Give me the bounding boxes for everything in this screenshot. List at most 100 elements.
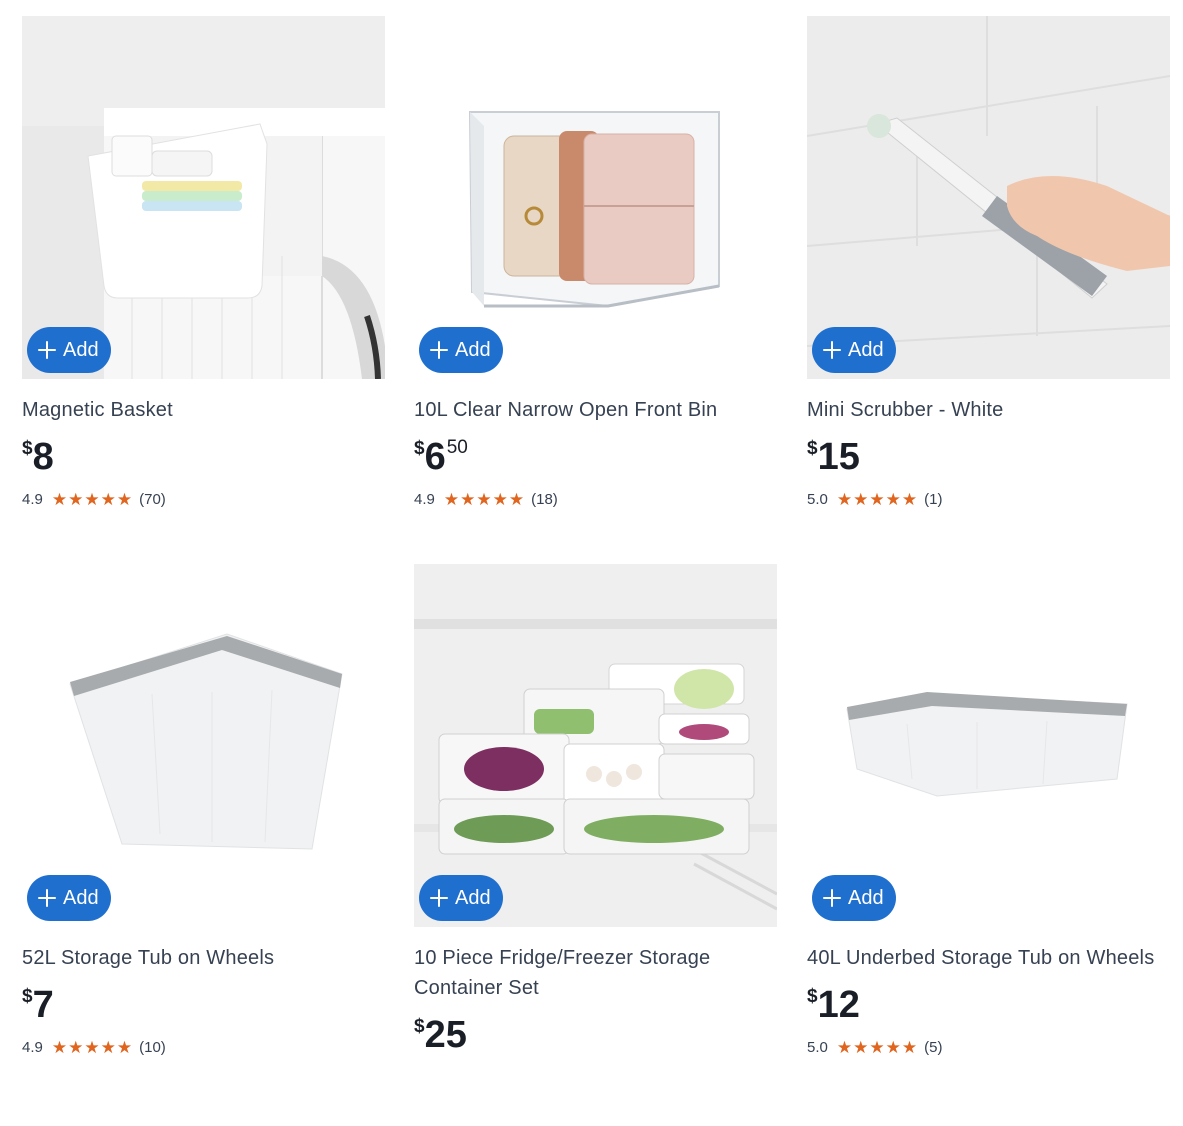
product-price: $ 15 [807, 435, 1170, 479]
product-card[interactable]: Add Mini Scrubber - White $ 15 5.0 ★ ★ ★ ★ ★… [807, 16, 1170, 508]
star-icon: ★ [68, 490, 84, 509]
add-button-label: Add [455, 338, 491, 361]
product-image[interactable]: Add [414, 16, 777, 379]
star-rating: ★ ★ ★ ★ ★ [837, 491, 917, 508]
product-rating[interactable]: 5.0 ★ ★ ★ ★ ★ (5) [807, 1039, 1170, 1056]
product-rating[interactable]: 4.9 ★ ★ ★ ★ ★ (18) [414, 491, 777, 508]
price-dollars: 12 [817, 984, 860, 1026]
product-price: $ 7 [22, 983, 385, 1027]
product-card[interactable]: Add 40L Underbed Storage Tub on Wheels $… [807, 564, 1170, 1056]
currency-symbol: $ [22, 438, 33, 459]
product-image[interactable]: Add [807, 16, 1170, 379]
rating-score: 4.9 [22, 491, 43, 508]
add-to-cart-button[interactable]: Add [27, 875, 111, 921]
product-image[interactable]: Add [414, 564, 777, 927]
clear-bin-image [414, 16, 777, 379]
plus-icon [822, 340, 842, 360]
rating-score: 5.0 [807, 1039, 828, 1056]
product-price: $ 8 [22, 435, 385, 479]
plus-icon [37, 340, 57, 360]
product-title[interactable]: 10 Piece Fridge/Freezer Storage Containe… [414, 943, 777, 1003]
star-icon: ★ [100, 490, 116, 509]
add-button-label: Add [455, 886, 491, 909]
product-title[interactable]: Magnetic Basket [22, 395, 385, 425]
star-icon: ★ [901, 490, 918, 509]
star-icon: ★ [901, 1038, 918, 1057]
product-rating[interactable]: 4.9 ★ ★ ★ ★ ★ (10) [22, 1039, 385, 1056]
star-icon: ★ [853, 490, 869, 509]
star-icon: ★ [508, 490, 525, 509]
rating-score: 4.9 [22, 1039, 43, 1056]
star-icon: ★ [51, 490, 68, 509]
product-image[interactable]: Add [22, 564, 385, 927]
star-icon: ★ [68, 1038, 84, 1057]
review-count: (10) [139, 1039, 166, 1056]
storage-tub-image [22, 564, 385, 927]
product-price: $ 25 [414, 1013, 777, 1057]
plus-icon [822, 888, 842, 908]
rating-score: 5.0 [807, 491, 828, 508]
add-button-label: Add [848, 338, 884, 361]
star-icon: ★ [84, 490, 100, 509]
star-icon: ★ [869, 490, 885, 509]
review-count: (18) [531, 491, 558, 508]
star-rating: ★ ★ ★ ★ ★ [52, 491, 132, 508]
fridge-container-set-image [414, 564, 777, 927]
star-rating: ★ ★ ★ ★ ★ [837, 1039, 917, 1056]
currency-symbol: $ [22, 986, 33, 1007]
plus-icon [37, 888, 57, 908]
star-icon: ★ [492, 490, 508, 509]
star-icon: ★ [116, 490, 133, 509]
add-to-cart-button[interactable]: Add [419, 875, 503, 921]
star-icon: ★ [836, 1038, 853, 1057]
currency-symbol: $ [414, 438, 425, 459]
underbed-tub-image [807, 564, 1170, 927]
star-icon: ★ [443, 490, 460, 509]
magnetic-basket-image [22, 16, 385, 379]
star-icon: ★ [100, 1038, 116, 1057]
star-icon: ★ [116, 1038, 133, 1057]
product-card[interactable]: Add Magnetic Basket $ 8 4.9 ★ ★ ★ ★ ★ (70) [22, 16, 385, 508]
product-title[interactable]: 10L Clear Narrow Open Front Bin [414, 395, 777, 425]
star-icon: ★ [869, 1038, 885, 1057]
plus-icon [429, 888, 449, 908]
add-to-cart-button[interactable]: Add [812, 875, 896, 921]
product-rating[interactable]: 5.0 ★ ★ ★ ★ ★ (1) [807, 491, 1170, 508]
product-image[interactable]: Add [22, 16, 385, 379]
star-icon: ★ [460, 490, 476, 509]
price-dollars: 7 [32, 984, 54, 1026]
add-button-label: Add [848, 886, 884, 909]
product-image[interactable]: Add [807, 564, 1170, 927]
currency-symbol: $ [807, 438, 818, 459]
add-to-cart-button[interactable]: Add [419, 327, 503, 373]
add-to-cart-button[interactable]: Add [27, 327, 111, 373]
plus-icon [429, 340, 449, 360]
product-card[interactable]: Add 10L Clear Narrow Open Front Bin $ 6 … [414, 16, 777, 508]
price-dollars: 8 [32, 436, 54, 478]
product-price: $ 12 [807, 983, 1170, 1027]
product-rating[interactable]: 4.9 ★ ★ ★ ★ ★ (70) [22, 491, 385, 508]
product-card[interactable]: Add 52L Storage Tub on Wheels $ 7 4.9 ★ ★… [22, 564, 385, 1056]
star-icon: ★ [476, 490, 492, 509]
add-button-label: Add [63, 886, 99, 909]
rating-score: 4.9 [414, 491, 435, 508]
add-to-cart-button[interactable]: Add [812, 327, 896, 373]
star-icon: ★ [84, 1038, 100, 1057]
review-count: (70) [139, 491, 166, 508]
review-count: (1) [924, 491, 943, 508]
product-card[interactable]: Add 10 Piece Fridge/Freezer Storage Cont… [414, 564, 777, 1057]
product-title[interactable]: Mini Scrubber - White [807, 395, 1170, 425]
star-rating: ★ ★ ★ ★ ★ [444, 491, 524, 508]
add-button-label: Add [63, 338, 99, 361]
currency-symbol: $ [414, 1016, 425, 1037]
price-dollars: 6 [424, 436, 446, 478]
product-title[interactable]: 40L Underbed Storage Tub on Wheels [807, 943, 1170, 973]
currency-symbol: $ [807, 986, 818, 1007]
product-title[interactable]: 52L Storage Tub on Wheels [22, 943, 385, 973]
price-dollars: 15 [817, 436, 860, 478]
star-icon: ★ [51, 1038, 68, 1057]
product-price: $ 6 50 [414, 435, 777, 479]
star-rating: ★ ★ ★ ★ ★ [52, 1039, 132, 1056]
star-icon: ★ [836, 490, 853, 509]
star-icon: ★ [853, 1038, 869, 1057]
